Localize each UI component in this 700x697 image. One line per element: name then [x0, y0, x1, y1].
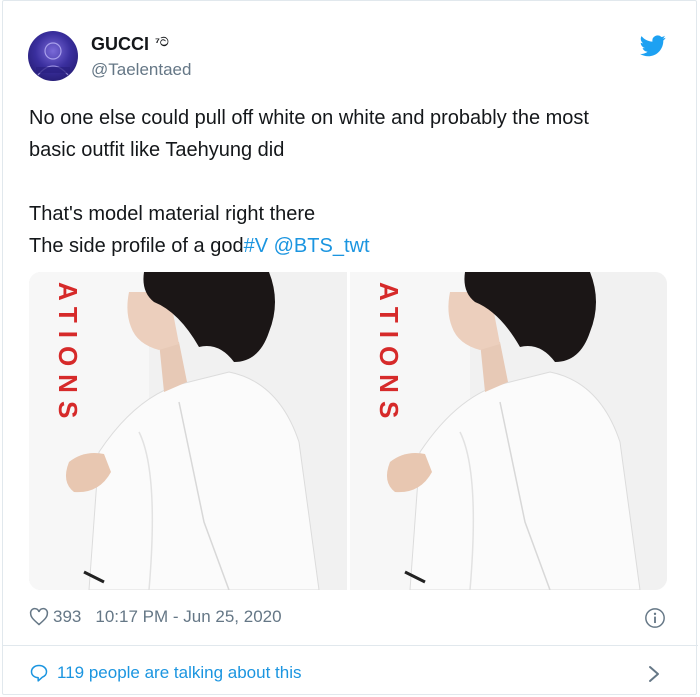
- timestamp[interactable]: 10:17 PM - Jun 25, 2020: [95, 607, 281, 627]
- photo-overlay-text: ATIONS: [53, 282, 83, 426]
- name-suffix: ⁷ට: [155, 35, 169, 49]
- tweet-meta: 393 10:17 PM - Jun 25, 2020: [29, 607, 282, 627]
- like-count[interactable]: 393: [53, 607, 81, 627]
- media-grid: ATIONS ATIONS: [29, 272, 667, 590]
- tweet-line: The side profile of a god#V @BTS_twt: [29, 230, 669, 262]
- tweet-line: basic outfit like Taehyung did: [29, 139, 285, 161]
- user-handle[interactable]: @Taelentaed: [91, 60, 191, 80]
- twitter-bird-icon[interactable]: [640, 35, 666, 57]
- conversation-link[interactable]: 119 people are talking about this: [29, 663, 301, 683]
- display-name[interactable]: GUCCI: [91, 34, 149, 55]
- info-icon[interactable]: [644, 607, 666, 629]
- avatar[interactable]: [28, 31, 78, 81]
- tweet-line: That's model material right there: [29, 203, 316, 225]
- hashtag-link[interactable]: #V: [244, 235, 268, 257]
- photo-overlay-text: ATIONS: [374, 282, 404, 426]
- mention-link[interactable]: @BTS_twt: [274, 235, 370, 257]
- speech-bubble-icon: [30, 664, 48, 682]
- tweet-line-text: The side profile of a god: [29, 235, 244, 257]
- tweet-card: GUCCI ⁷ට @Taelentaed No one else could p…: [2, 0, 698, 695]
- photo-1[interactable]: ATIONS: [29, 272, 347, 590]
- divider: [3, 645, 698, 646]
- tweet-line: No one else could pull off white on whit…: [29, 107, 589, 129]
- photo-2[interactable]: ATIONS: [349, 272, 667, 590]
- tweet-body: No one else could pull off white on whit…: [29, 102, 669, 262]
- chevron-right-icon[interactable]: [647, 664, 661, 684]
- talking-count-text[interactable]: 119 people are talking about this: [57, 663, 301, 683]
- author-name-row[interactable]: GUCCI ⁷ට: [91, 34, 169, 55]
- heart-icon[interactable]: [29, 607, 49, 627]
